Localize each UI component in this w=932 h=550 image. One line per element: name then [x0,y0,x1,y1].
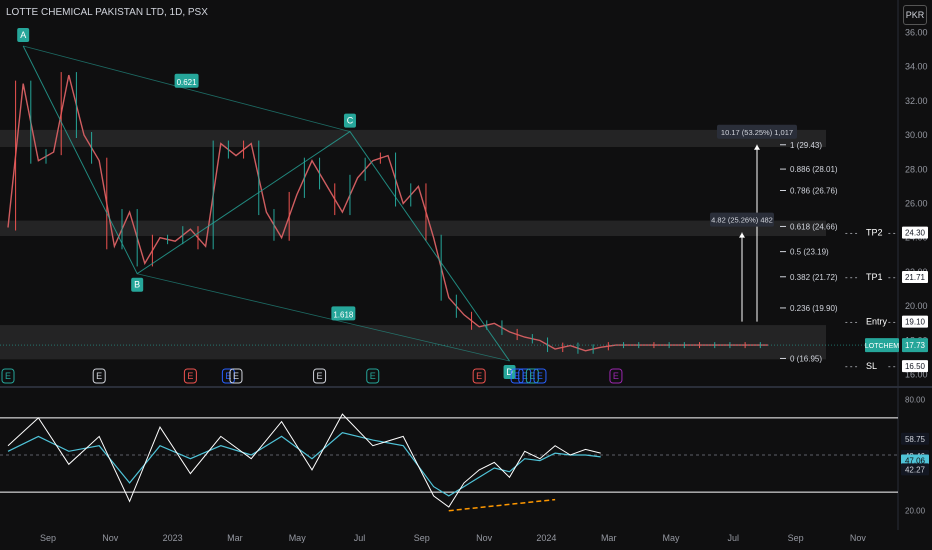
trade-level-dashes-right: - - [888,273,896,282]
time-axis-label: Mar [227,533,243,543]
pattern-point-label: A [20,30,26,40]
price-tick-label: 30.00 [905,130,928,140]
time-axis-label: May [662,533,680,543]
earnings-event-label: E [96,371,102,381]
earnings-event-label: E [613,371,619,381]
harmonic-pattern-path [22,45,510,362]
measure-label: 10.17 (53.25%) 1,017 [721,128,793,137]
measure-label: 4.82 (25.26%) 482 [711,216,773,225]
time-axis-label: Mar [601,533,617,543]
fib-level-label: 0.886 (28.01) [790,165,838,174]
price-tick-label: 28.00 [905,164,928,174]
time-axis-label: Sep [40,533,56,543]
trade-level-dashes-right: - - [888,229,896,238]
fib-level-label: 0.236 (19.90) [790,304,838,313]
price-tick-label: 36.00 [905,27,928,37]
earnings-event-label: E [537,371,543,381]
time-axis-label: 2023 [163,533,183,543]
pattern-ratio-label: 0.621 [177,78,198,87]
oscillator-level-value: 58.75 [905,435,926,444]
oscillator-tick-label: 20.00 [905,507,926,516]
trade-level-dashes-left: - - - [845,273,858,282]
earnings-event-label: E [225,371,231,381]
trade-level-name: TP1 [866,272,883,282]
price-tick-label: 34.00 [905,62,928,72]
trade-level-value: 19.10 [905,318,926,327]
time-axis-label: Nov [850,533,867,543]
earnings-event-label: E [522,371,528,381]
pattern-point-label: B [134,280,140,290]
fib-level-label: 0.618 (24.66) [790,222,838,231]
trade-level-dashes-left: - - - [845,229,858,238]
trade-level-dashes-right: - - [888,318,896,327]
divergence-line [448,498,556,512]
earnings-event-label: E [233,371,239,381]
oscillator-level-value: 42.27 [905,465,926,474]
support-resistance-zone-0 [0,129,826,147]
trade-level-name: Entry [866,317,888,327]
earnings-event-label: E [514,371,520,381]
time-axis-label: Jul [728,533,740,543]
pattern-ratio-label: 1.618 [333,310,354,319]
earnings-event-label: E [5,371,11,381]
earnings-event-label: E [370,371,376,381]
trade-level-name: SL [866,361,877,371]
fib-level-label: 0 (16.95) [790,354,822,363]
time-axis-label: Sep [788,533,804,543]
time-axis-label: Nov [476,533,493,543]
trade-level-dashes-right: - - [888,362,896,371]
fib-level-label: 0.5 (23.19) [790,248,829,257]
pattern-point-label: C [347,116,354,126]
trade-level-name: TP2 [866,228,883,238]
symbol-tag: LOTCHEM [865,343,899,350]
fib-level-label: 1 (29.43) [790,141,822,150]
pattern-point-label: D [506,367,513,377]
time-axis-label: Nov [102,533,119,543]
oscillator-tick-label: 80.00 [905,395,926,404]
oscillator-ma-line [7,432,601,497]
time-axis-label: May [289,533,307,543]
time-axis-label: 2024 [536,533,556,543]
earnings-event-label: E [317,371,323,381]
oscillator-rsi-line [7,413,601,508]
last-price-value: 17.73 [905,341,926,350]
support-resistance-zone-2 [0,325,826,360]
price-tick-label: 26.00 [905,199,928,209]
price-chart[interactable]: 16.0018.0020.0022.0024.0026.0028.0030.00… [0,0,932,550]
earnings-event-label: E [187,371,193,381]
trade-level-dashes-left: - - - [845,362,858,371]
fib-level-label: 0.382 (21.72) [790,273,838,282]
trade-level-value: 21.71 [905,273,926,282]
earnings-event-label: E [529,371,535,381]
price-tick-label: 32.00 [905,96,928,106]
time-axis-label: Sep [414,533,430,543]
chart-window: LOTTE CHEMICAL PAKISTAN LTD, 1D, PSX PKR… [0,0,932,550]
fib-level-label: 0.786 (26.76) [790,186,838,195]
earnings-event-label: E [476,371,482,381]
time-axis-label: Jul [354,533,366,543]
trade-level-dashes-left: - - - [845,318,858,327]
trade-level-value: 24.30 [905,229,926,238]
price-tick-label: 20.00 [905,301,928,311]
trade-level-value: 16.50 [905,362,926,371]
